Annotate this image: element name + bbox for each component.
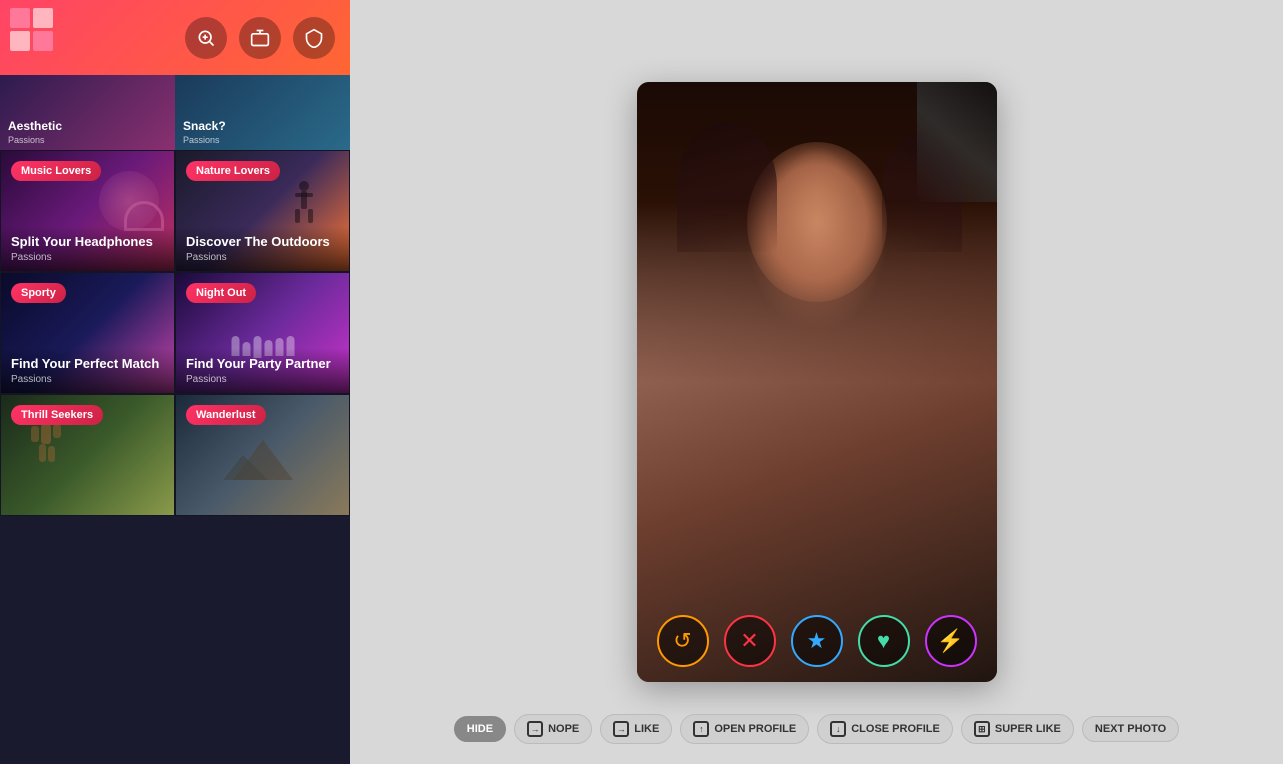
nightout-card-title: Find Your Party Partner (186, 356, 339, 372)
super-like-label: SUPER LIKE (995, 723, 1061, 735)
aesthetic-card-title: Aesthetic (8, 119, 62, 133)
snack-card[interactable]: Snack? Passions (175, 75, 350, 150)
nightout-card-subtitle: Passions (186, 374, 339, 385)
explore-icon (250, 28, 270, 48)
profile-photo (637, 82, 997, 682)
nightout-card-content: Find Your Party Partner Passions (176, 348, 349, 393)
nope-label: NOPE (548, 723, 579, 735)
next-photo-button[interactable]: NEXT PHOTO (1082, 716, 1179, 742)
logo-block (33, 8, 53, 28)
snack-card-label: Snack? Passions (183, 119, 226, 145)
music-card-title: Split Your Headphones (11, 234, 164, 250)
hair-overlay (677, 122, 777, 252)
like-icon: → (613, 721, 629, 737)
nature-card-title: Discover The Outdoors (186, 234, 339, 250)
boost-button[interactable]: ⚡ (925, 615, 977, 667)
nightout-badge: Night Out (186, 283, 256, 303)
logo-block (10, 31, 30, 51)
search-match-button[interactable] (185, 17, 227, 59)
shield-icon (304, 28, 324, 48)
toolbar-like-button[interactable]: → LIKE (600, 714, 672, 744)
like-label: LIKE (634, 723, 659, 735)
aesthetic-card-subtitle: Passions (8, 135, 62, 145)
music-card-subtitle: Passions (11, 252, 164, 263)
heart-button[interactable]: ♥ (858, 615, 910, 667)
nope-icon: → (527, 721, 543, 737)
super-like-button[interactable]: ⊞ SUPER LIKE (961, 714, 1074, 744)
logo-block (10, 8, 30, 28)
close-profile-label: CLOSE PROFILE (851, 723, 940, 735)
nature-lovers-card[interactable]: Nature Lovers Discover The Outdoors Pass… (175, 150, 350, 272)
toolbar-nope-button[interactable]: → NOPE (514, 714, 592, 744)
profile-card: ↺ ✕ ★ ♥ ⚡ (637, 82, 997, 682)
left-header (0, 0, 350, 75)
hide-label: HIDE (467, 723, 493, 735)
sporty-card-content: Find Your Perfect Match Passions (1, 348, 174, 393)
nope-button[interactable]: ✕ (724, 615, 776, 667)
bottom-toolbar: HIDE → NOPE → LIKE ↑ OPEN PROFILE ↓ CLOS… (454, 714, 1179, 744)
open-profile-button[interactable]: ↑ OPEN PROFILE (680, 714, 809, 744)
right-panel: ↺ ✕ ★ ♥ ⚡ HIDE → NOPE → LIKE ↑ OPEN PROF… (350, 0, 1283, 764)
top-cards-row: Aesthetic Passions Snack? Passions (0, 75, 350, 150)
open-profile-icon: ↑ (693, 721, 709, 737)
passion-cards-grid: Music Lovers Split Your Headphones Passi… (0, 150, 350, 516)
music-card-content: Split Your Headphones Passions (1, 226, 174, 271)
search-match-icon (196, 28, 216, 48)
nature-card-subtitle: Passions (186, 252, 339, 263)
music-badge: Music Lovers (11, 161, 101, 181)
nature-card-content: Discover The Outdoors Passions (176, 226, 349, 271)
star-button[interactable]: ★ (791, 615, 843, 667)
logo-block (33, 31, 53, 51)
super-like-icon: ⊞ (974, 721, 990, 737)
wanderlust-badge: Wanderlust (186, 405, 266, 425)
nightout-card[interactable]: Night Out Find Your Party Partner Passio… (175, 272, 350, 394)
rewind-button[interactable]: ↺ (657, 615, 709, 667)
left-panel: Aesthetic Passions Snack? Passions Music… (0, 0, 350, 764)
explore-button[interactable] (239, 17, 281, 59)
next-photo-label: NEXT PHOTO (1095, 723, 1166, 735)
app-logo (10, 8, 53, 51)
close-profile-button[interactable]: ↓ CLOSE PROFILE (817, 714, 953, 744)
aesthetic-card-label: Aesthetic Passions (8, 119, 62, 145)
mountain-decoration (223, 435, 303, 490)
music-lovers-card[interactable]: Music Lovers Split Your Headphones Passi… (0, 150, 175, 272)
shield-button[interactable] (293, 17, 335, 59)
thrill-seekers-card[interactable]: Thrill Seekers (0, 394, 175, 516)
close-profile-icon: ↓ (830, 721, 846, 737)
sporty-card-title: Find Your Perfect Match (11, 356, 164, 372)
sporty-card[interactable]: Sporty Find Your Perfect Match Passions (0, 272, 175, 394)
profile-action-buttons: ↺ ✕ ★ ♥ ⚡ (637, 615, 997, 667)
header-icons (185, 17, 335, 59)
wanderlust-card[interactable]: Wanderlust (175, 394, 350, 516)
sporty-card-subtitle: Passions (11, 374, 164, 385)
snack-card-subtitle: Passions (183, 135, 226, 145)
open-profile-label: OPEN PROFILE (714, 723, 796, 735)
sporty-badge: Sporty (11, 283, 66, 303)
hide-button[interactable]: HIDE (454, 716, 506, 742)
nature-badge: Nature Lovers (186, 161, 280, 181)
snack-card-title: Snack? (183, 119, 226, 133)
aesthetic-card[interactable]: Aesthetic Passions (0, 75, 175, 150)
thrill-badge: Thrill Seekers (11, 405, 103, 425)
bg-dark-corner (917, 82, 997, 202)
